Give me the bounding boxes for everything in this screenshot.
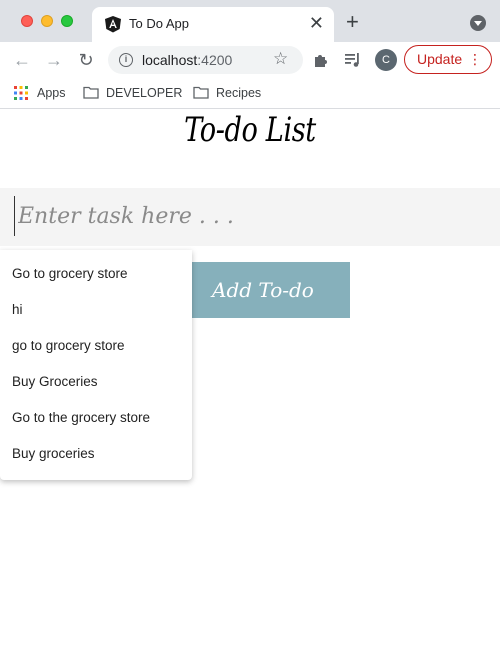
browser-tab[interactable]: To Do App ✕ (92, 7, 334, 42)
new-tab-icon[interactable]: + (346, 11, 359, 33)
url-port: :4200 (197, 52, 233, 68)
tab-strip: To Do App ✕ + (0, 0, 500, 42)
maximize-window-button[interactable] (61, 15, 73, 27)
task-input-container (0, 188, 500, 246)
folder-icon (83, 87, 99, 99)
url-host: localhost (142, 52, 198, 68)
close-tab-icon[interactable]: ✕ (309, 13, 324, 33)
autocomplete-option[interactable]: Go to the grocery store (0, 400, 192, 436)
address-bar[interactable]: i localhost:4200 ☆ (108, 46, 303, 74)
info-icon[interactable]: i (119, 53, 133, 67)
bookmark-label: DEVELOPER (106, 86, 183, 100)
media-queue-icon[interactable] (343, 50, 363, 70)
add-todo-button[interactable]: Add To-do (192, 262, 350, 318)
bookmarks-bar: Apps DEVELOPER Recipes (0, 78, 500, 109)
update-button[interactable]: Update ⋮ (404, 45, 492, 74)
bookmark-recipes[interactable]: Recipes (193, 84, 261, 104)
bookmark-label: Apps (37, 86, 66, 100)
back-icon[interactable]: ← (10, 48, 34, 72)
reload-icon[interactable]: ↻ (74, 48, 98, 72)
minimize-window-button[interactable] (41, 15, 53, 27)
tab-title: To Do App (129, 16, 189, 31)
autocomplete-option[interactable]: hi (0, 292, 192, 328)
folder-icon (193, 87, 209, 99)
extensions-puzzle-icon[interactable] (312, 51, 330, 69)
more-vert-icon[interactable]: ⋮ (468, 46, 482, 73)
forward-icon[interactable]: → (42, 48, 66, 72)
browser-toolbar: ← → ↻ i localhost:4200 ☆ C Update ⋮ (0, 42, 500, 78)
bookmark-label: Recipes (216, 86, 262, 100)
autocomplete-option[interactable]: Buy Groceries (0, 364, 192, 400)
autocomplete-option[interactable]: Buy groceries (0, 436, 192, 472)
autocomplete-dropdown: Go to grocery store hi go to grocery sto… (0, 250, 192, 480)
page-title: To-do List (184, 110, 316, 150)
profile-avatar[interactable]: C (375, 49, 397, 71)
tab-search-icon[interactable] (470, 15, 486, 31)
autocomplete-option[interactable]: Go to grocery store (0, 256, 192, 292)
task-input[interactable] (14, 196, 484, 236)
bookmark-star-icon[interactable]: ☆ (273, 49, 288, 69)
angular-icon (105, 16, 121, 33)
bookmark-developer[interactable]: DEVELOPER (83, 84, 182, 104)
url-text: localhost:4200 (142, 52, 232, 68)
apps-grid-icon (14, 85, 28, 100)
update-label: Update (417, 51, 463, 67)
bookmark-apps[interactable]: Apps (14, 84, 66, 104)
autocomplete-option[interactable]: go to grocery store (0, 328, 192, 364)
close-window-button[interactable] (21, 15, 33, 27)
